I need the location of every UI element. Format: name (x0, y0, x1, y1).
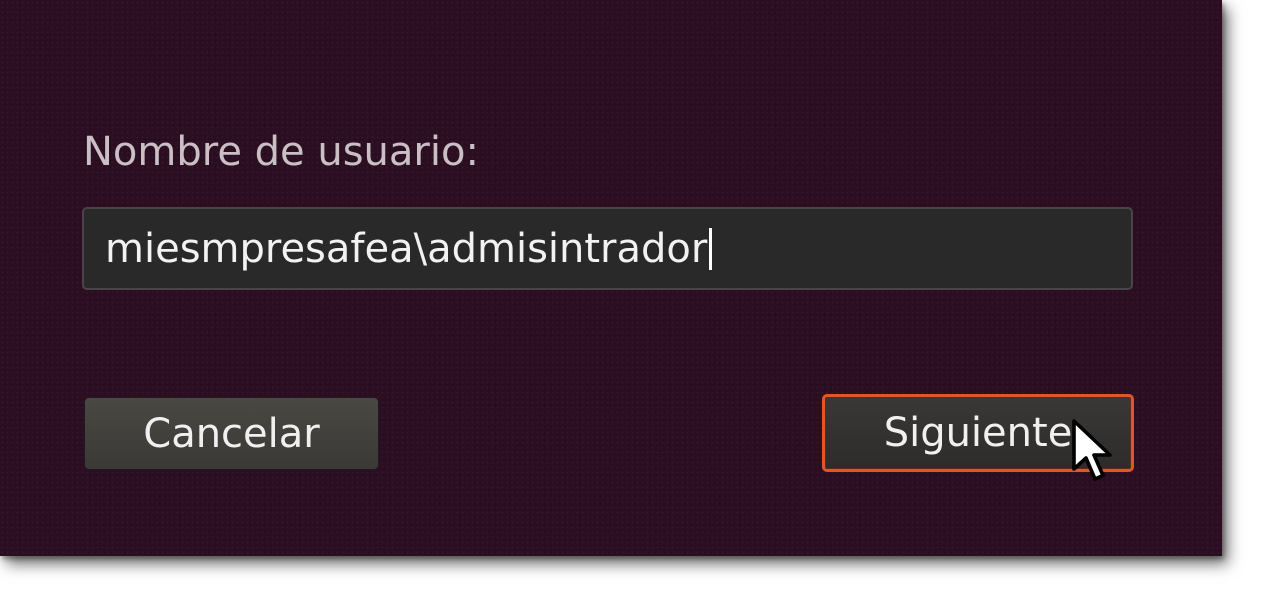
text-caret (709, 227, 713, 270)
mouse-pointer-icon (1072, 419, 1112, 481)
username-label: Nombre de usuario: (83, 129, 479, 175)
username-input-value: miesmpresafea\admisintrador (105, 225, 708, 272)
login-dialog: Nombre de usuario: miesmpresafea\admisin… (0, 0, 1222, 556)
screenshot-stage: Nombre de usuario: miesmpresafea\admisin… (0, 0, 1269, 603)
cancel-button[interactable]: Cancelar (84, 397, 379, 470)
username-input[interactable]: miesmpresafea\admisintrador (82, 207, 1133, 290)
